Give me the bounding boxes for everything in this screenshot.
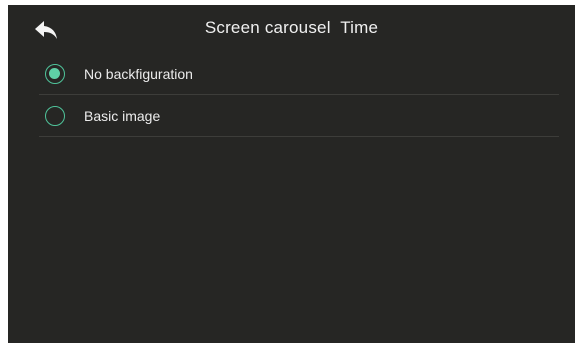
option-label: Basic image xyxy=(84,107,161,124)
radio-button-unselected[interactable] xyxy=(45,105,65,126)
option-no-backfiguration[interactable]: No backfiguration xyxy=(39,53,559,95)
option-label: No backfiguration xyxy=(84,65,193,82)
options-list: No backfiguration Basic image xyxy=(39,53,559,137)
radio-button-selected[interactable] xyxy=(45,63,65,84)
settings-screen: Screen carousel Time No backfiguration B… xyxy=(8,5,575,343)
option-basic-image[interactable]: Basic image xyxy=(39,95,559,137)
header-bar: Screen carousel Time xyxy=(8,5,575,53)
page-title: Screen carousel Time xyxy=(204,18,379,37)
